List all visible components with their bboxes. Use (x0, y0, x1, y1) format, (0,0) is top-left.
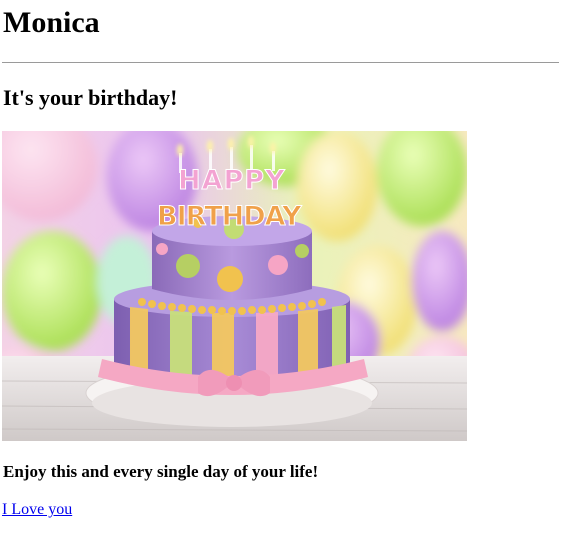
divider (2, 62, 559, 63)
topper-happy: HAPPY (178, 165, 286, 196)
birthday-subheading: It's your birthday! (3, 85, 178, 110)
i-love-you-link[interactable]: I Love you (2, 501, 72, 519)
topper-birthday: BIRTHDAY (157, 201, 302, 232)
birthday-page: Monica It's your birthday! HAPPY BIRTHDA… (0, 0, 563, 541)
birthday-cake-image: HAPPY BIRTHDAY (2, 131, 467, 441)
page-title: Monica (3, 6, 100, 39)
birthday-message: Enjoy this and every single day of your … (3, 462, 319, 481)
